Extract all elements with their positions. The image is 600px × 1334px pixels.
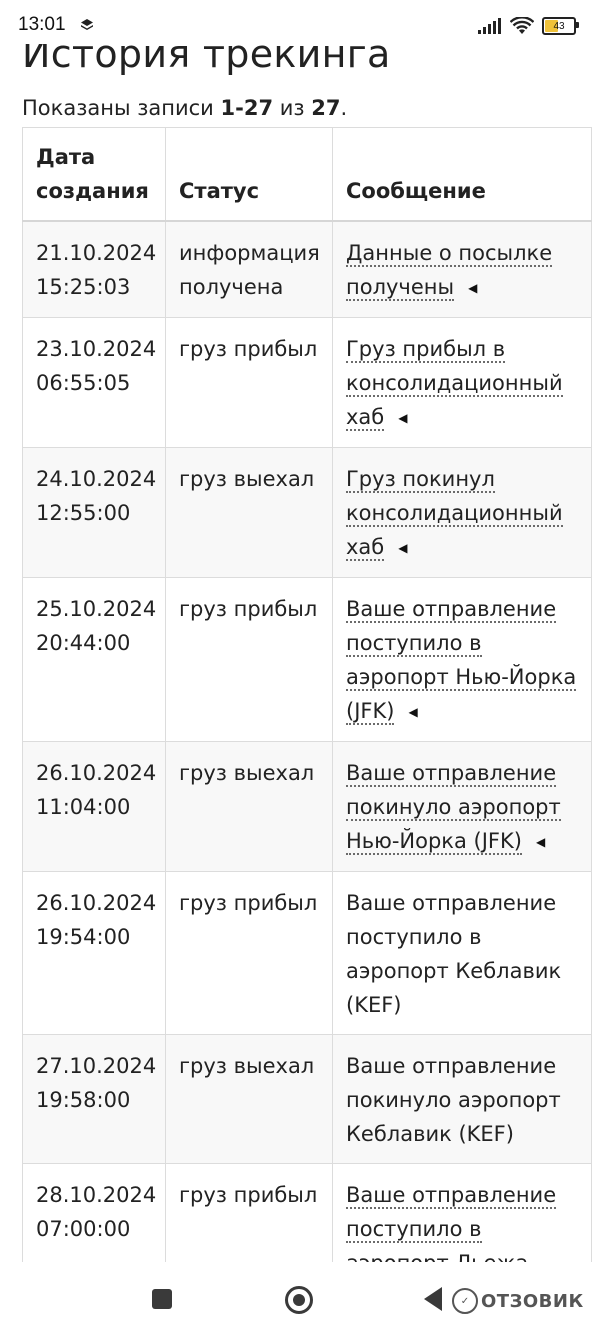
expand-caret-icon[interactable]: ◀ bbox=[398, 401, 407, 435]
cell-time: 06:55:05 bbox=[36, 371, 131, 395]
cell-created: 21.10.2024 15:25:03 bbox=[22, 220, 166, 318]
otzovik-watermark: ✓ ОТЗОВИК bbox=[452, 1286, 584, 1316]
cell-status: груз прибыл bbox=[165, 577, 333, 742]
column-header-status: Статус bbox=[165, 127, 333, 222]
cell-status: груз выехал bbox=[165, 447, 333, 578]
table-row: 26.10.2024 11:04:00 груз выехал Ваше отправ… bbox=[22, 741, 592, 872]
message-text: Ваше отправление покинуло аэропорт Кебла… bbox=[346, 1054, 561, 1146]
message-text[interactable]: Ваше отправление поступило в аэропорт Ль… bbox=[346, 1183, 557, 1262]
battery-icon: 43 bbox=[542, 17, 579, 35]
message-text: Ваше отправление поступило в аэропорт Ке… bbox=[346, 891, 562, 1017]
cell-created: 28.10.2024 07:00:00 bbox=[22, 1163, 166, 1262]
tracking-history-table: Дата создания Статус Сообщение 21.10.202… bbox=[22, 127, 592, 1262]
cell-date: 28.10.2024 bbox=[36, 1183, 157, 1207]
summary-range: 1-27 bbox=[220, 96, 274, 120]
summary-total: 27 bbox=[311, 96, 341, 120]
home-button[interactable] bbox=[285, 1286, 313, 1314]
cell-date: 26.10.2024 bbox=[36, 891, 157, 915]
cell-message[interactable]: Данные о посылке получены ◀ bbox=[332, 220, 592, 318]
cell-status: груз прибыл bbox=[165, 1163, 333, 1262]
status-bar: 13:01 43 bbox=[0, 0, 600, 44]
cell-status: информация получена bbox=[165, 220, 333, 318]
cell-time: 11:04:00 bbox=[36, 795, 131, 819]
cell-time: 19:54:00 bbox=[36, 925, 131, 949]
cell-status: груз прибыл bbox=[165, 871, 333, 1035]
message-text[interactable]: Груз прибыл в консолидационный хаб bbox=[346, 337, 563, 431]
back-button[interactable] bbox=[424, 1287, 442, 1311]
cell-date: 23.10.2024 bbox=[36, 337, 157, 361]
cell-date: 21.10.2024 bbox=[36, 241, 157, 265]
cell-message[interactable]: Груз покинул консолидационный хаб ◀ bbox=[332, 447, 592, 578]
cell-status: груз выехал bbox=[165, 1034, 333, 1164]
signal-icon bbox=[478, 18, 501, 34]
table-header-row: Дата создания Статус Сообщение bbox=[22, 127, 592, 222]
cell-time: 12:55:00 bbox=[36, 501, 131, 525]
table-row: 25.10.2024 20:44:00 груз прибыл Ваше отправ… bbox=[22, 577, 592, 742]
battery-level: 43 bbox=[553, 20, 565, 32]
recent-apps-button[interactable] bbox=[152, 1289, 172, 1309]
table-row: 26.10.2024 19:54:00 груз прибыл Ваше отправ… bbox=[22, 871, 592, 1035]
message-text[interactable]: Данные о посылке получены bbox=[346, 241, 553, 301]
cell-date: 26.10.2024 bbox=[36, 761, 157, 785]
cell-time: 07:00:00 bbox=[36, 1217, 131, 1241]
message-text[interactable]: Груз покинул консолидационный хаб bbox=[346, 467, 563, 561]
message-text[interactable]: Ваше отправление покинуло аэропорт Нью-Й… bbox=[346, 761, 561, 855]
tracking-page: История трекинга Показаны записи 1-27 из… bbox=[0, 0, 600, 1262]
expand-caret-icon[interactable]: ◀ bbox=[536, 825, 545, 859]
watermark-text: ОТЗОВИК bbox=[481, 1290, 584, 1312]
table-row: 23.10.2024 06:55:05 груз прибыл Груз прибыл… bbox=[22, 317, 592, 448]
summary-prefix: Показаны записи bbox=[22, 96, 221, 120]
table-row: 21.10.2024 15:25:03 информация получена Дан… bbox=[22, 220, 592, 318]
cell-created: 25.10.2024 20:44:00 bbox=[22, 577, 166, 742]
column-header-message: Сообщение bbox=[332, 127, 592, 222]
home-dot-icon bbox=[293, 1294, 305, 1306]
expand-caret-icon[interactable]: ◀ bbox=[398, 531, 407, 565]
summary-mid: из bbox=[273, 96, 312, 120]
cell-status: груз выехал bbox=[165, 741, 333, 872]
cell-created: 26.10.2024 11:04:00 bbox=[22, 741, 166, 872]
cell-status: груз прибыл bbox=[165, 317, 333, 448]
table-row: 27.10.2024 19:58:00 груз выехал Ваше отправ… bbox=[22, 1034, 592, 1164]
cell-date: 27.10.2024 bbox=[36, 1054, 157, 1078]
cell-created: 27.10.2024 19:58:00 bbox=[22, 1034, 166, 1164]
cell-created: 24.10.2024 12:55:00 bbox=[22, 447, 166, 578]
wifi-icon bbox=[510, 17, 534, 34]
cell-date: 24.10.2024 bbox=[36, 467, 157, 491]
records-summary: Показаны записи 1-27 из 27. bbox=[22, 96, 347, 120]
message-text[interactable]: Ваше отправление поступило в аэропорт Нь… bbox=[346, 597, 577, 725]
expand-caret-icon[interactable]: ◀ bbox=[468, 271, 477, 305]
column-header-date: Дата создания bbox=[22, 127, 166, 222]
table-row: 28.10.2024 07:00:00 груз прибыл Ваше отправ… bbox=[22, 1163, 592, 1262]
expand-caret-icon[interactable]: ◀ bbox=[408, 695, 417, 729]
cell-message[interactable]: Ваше отправление покинуло аэропорт Нью-Й… bbox=[332, 741, 592, 872]
summary-suffix: . bbox=[340, 96, 348, 120]
cell-message[interactable]: Ваше отправление поступило в аэропорт Ль… bbox=[332, 1163, 592, 1262]
cell-message: Ваше отправление покинуло аэропорт Кебла… bbox=[332, 1034, 592, 1164]
layers-icon bbox=[81, 19, 93, 30]
cell-time: 15:25:03 bbox=[36, 275, 131, 299]
cell-created: 23.10.2024 06:55:05 bbox=[22, 317, 166, 448]
cell-created: 26.10.2024 19:54:00 bbox=[22, 871, 166, 1035]
status-icons: 43 bbox=[478, 14, 579, 38]
watermark-logo-icon: ✓ bbox=[452, 1288, 478, 1314]
cell-message: Ваше отправление поступило в аэропорт Ке… bbox=[332, 871, 592, 1035]
status-time: 13:01 bbox=[18, 14, 66, 35]
cell-time: 20:44:00 bbox=[36, 631, 131, 655]
cell-date: 25.10.2024 bbox=[36, 597, 157, 621]
table-row: 24.10.2024 12:55:00 груз выехал Груз покину… bbox=[22, 447, 592, 578]
cell-message[interactable]: Груз прибыл в консолидационный хаб ◀ bbox=[332, 317, 592, 448]
cell-message[interactable]: Ваше отправление поступило в аэропорт Нь… bbox=[332, 577, 592, 742]
navigation-bar: ✓ ОТЗОВИК bbox=[0, 1262, 600, 1334]
cell-time: 19:58:00 bbox=[36, 1088, 131, 1112]
